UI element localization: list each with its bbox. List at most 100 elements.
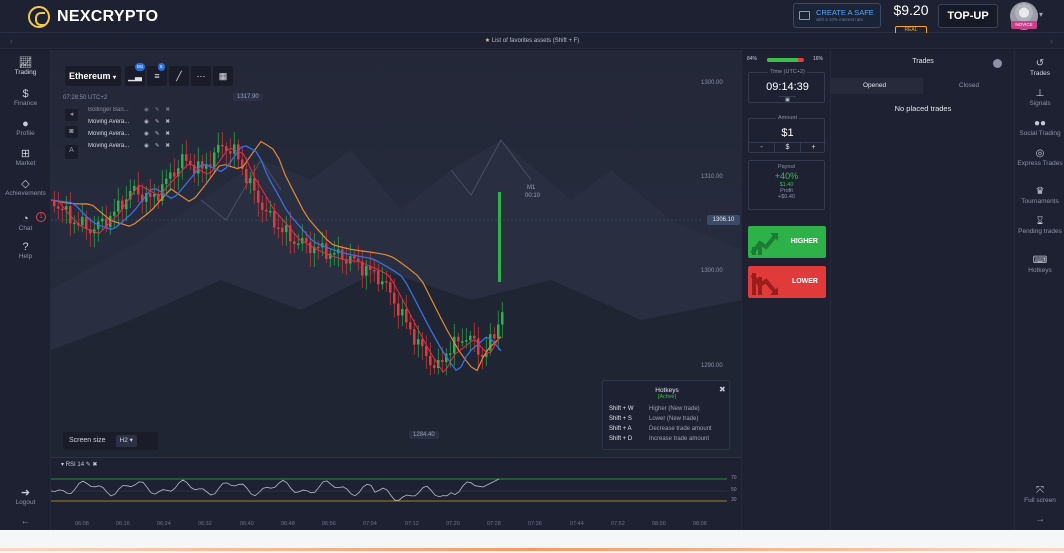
hotkeys-status: [Active] (657, 394, 677, 400)
candle-body (293, 241, 296, 245)
indicator-row[interactable]: Moving Avera... ◉ ✎ ✖ (88, 131, 170, 137)
hotkey-row: Shift + D Increase trade amount (609, 436, 709, 442)
screen-size-select[interactable]: H2 ▾ (115, 435, 137, 447)
candle-body (498, 192, 501, 282)
logo[interactable]: NEXCRYPTO (28, 6, 158, 28)
balance[interactable]: $9.20 REAL (890, 2, 932, 36)
nav-signals[interactable]: ⊥ Signals (1015, 88, 1064, 108)
indicator-name: Moving Avera... (88, 119, 130, 125)
x-tick-label: 07:52 (611, 521, 625, 527)
expiry-time[interactable]: 09:14:39 (749, 81, 826, 93)
nav-social-trading[interactable]: ●● Social Trading (1015, 118, 1064, 138)
nav-market[interactable]: ⊞ Market (0, 148, 51, 167)
increase-amount-button[interactable]: + (801, 143, 826, 153)
pencil-icon[interactable]: ✎ (155, 107, 160, 113)
currency-button[interactable]: $ (775, 143, 801, 153)
candle-body (465, 340, 468, 342)
pencil-icon[interactable]: ✎ (155, 143, 160, 149)
text-tool-button[interactable]: A (65, 145, 78, 159)
nav-trading[interactable]: 📈︎ Trading (0, 57, 51, 76)
globe-icon[interactable] (993, 59, 1002, 68)
rsi-panel[interactable]: ▾ RSI 14 ✎ ✖ 70 50 30 (51, 457, 741, 519)
x-tick-label: 07:04 (363, 521, 377, 527)
nav-trades[interactable]: ↺ Trades (1015, 58, 1064, 78)
nav-pending-trades[interactable]: ⌛︎ Pending trades (1015, 216, 1064, 236)
x-tick-label: 06:32 (198, 521, 212, 527)
layout-button[interactable]: ▦ (213, 66, 233, 86)
candle-body (61, 208, 64, 211)
camera-button[interactable]: ◙ (65, 126, 78, 138)
nav-profile[interactable]: ● Profile (0, 118, 51, 137)
candle-body (261, 202, 264, 210)
candle-body (329, 253, 332, 259)
bottom-accent-bar (0, 548, 1064, 551)
pencil-icon[interactable]: ✎ (155, 131, 160, 137)
dollar-icon: $ (22, 88, 29, 100)
hotkeys-title: Hotkeys (655, 387, 679, 394)
cart-icon: ⊞ (20, 148, 31, 160)
user-level-badge: NOVICE (1011, 21, 1037, 29)
candle-body (185, 154, 188, 161)
candle-body (373, 269, 376, 272)
close-icon[interactable]: ✖ (165, 119, 170, 125)
asset-selector[interactable]: Ethereum ▾ (65, 66, 121, 86)
draw-button[interactable]: ╱ (169, 66, 189, 86)
indicator-row[interactable]: Bollinger Ban... ◉ ✎ ✖ (88, 107, 170, 113)
eye-icon[interactable]: ◉ (144, 143, 149, 149)
pencil-icon[interactable]: ✎ (155, 119, 160, 125)
favorites-bar[interactable]: ★ List of favorites assets (Shift + F) (0, 33, 1064, 49)
nav-express-trades[interactable]: ◎ Express Trades (1015, 148, 1064, 168)
nav-help[interactable]: ? Help (0, 241, 51, 260)
candle-body (253, 178, 256, 191)
calendar-icon[interactable]: ▣ (779, 96, 796, 103)
fullscreen-button[interactable]: ⤧ Full screen (1015, 485, 1064, 505)
higher-button[interactable]: HIGHER (748, 226, 826, 258)
lower-button[interactable]: LOWER (748, 266, 826, 298)
eye-icon[interactable]: ◉ (144, 131, 149, 137)
grid-icon: ▦ (218, 71, 228, 81)
decrease-amount-button[interactable]: - (749, 143, 775, 153)
hotkey-row: Shift + W Higher (New trade) (609, 406, 700, 412)
indicator-row[interactable]: Moving Avera... ◉ ✎ ✖ (88, 119, 170, 125)
price-chart[interactable]: Ethereum ▾ ▁▃ M1 ≡ 5 ╱ ··· ▦ 07:28:50 UT… (51, 50, 741, 457)
nav-tournaments[interactable]: ♛ Tournaments (1015, 186, 1064, 206)
collapse-right-icon[interactable]: → (1015, 515, 1064, 525)
candle-body (393, 292, 396, 304)
chevron-down-icon[interactable]: ▾ (1039, 10, 1043, 19)
create-safe-button[interactable]: CREATE A SAFE with a 10% interest rate (793, 3, 881, 28)
x-tick-label: 06:08 (75, 521, 89, 527)
eye-icon[interactable]: ◉ (144, 107, 149, 113)
chevron-left-icon[interactable]: ‹ (10, 33, 13, 49)
tab-closed[interactable]: Closed (923, 78, 1015, 94)
indicator-row[interactable]: Moving Avera... ◉ ✎ ✖ (88, 143, 170, 149)
time-box[interactable]: Time (UTC+2) 09:14:39 ▣ (748, 69, 826, 103)
candle-body (73, 222, 76, 225)
collapse-indicators-button[interactable]: ◂ (65, 109, 78, 121)
close-icon[interactable]: ✖ (165, 107, 170, 113)
collapse-left-icon[interactable]: ← (0, 516, 51, 527)
nav-achievements[interactable]: ◇ Achievements (0, 178, 51, 197)
chevron-right-icon[interactable]: › (1050, 33, 1053, 49)
close-icon[interactable]: ✖ (165, 143, 170, 149)
tab-opened[interactable]: Opened (831, 78, 923, 94)
top-up-button[interactable]: TOP-UP (938, 4, 998, 28)
more-button[interactable]: ··· (191, 66, 211, 86)
amount-caption: Amount (749, 115, 826, 121)
close-icon[interactable]: ✖ (719, 385, 726, 394)
amount-value[interactable]: $1 (749, 127, 826, 139)
eye-icon[interactable]: ◉ (144, 119, 149, 125)
app-root: NEXCRYPTO CREATE A SAFE with a 10% inter… (0, 0, 1064, 553)
users-icon: ●● (1033, 118, 1047, 129)
screen-size-control[interactable]: Screen size H2 ▾ (63, 432, 158, 450)
logout-icon: ➜ (20, 487, 31, 499)
nav-finance[interactable]: $ Finance (0, 88, 51, 107)
candle-body (229, 151, 232, 154)
close-icon[interactable]: ✖ (165, 131, 170, 137)
logout-button[interactable]: ➜ Logout (0, 487, 51, 506)
amount-box[interactable]: Amount $1 - $ + (748, 115, 826, 153)
x-tick-label: 06:56 (322, 521, 336, 527)
candle-body (149, 193, 152, 197)
sentiment-down-label: 16% (813, 56, 824, 62)
empty-trades-message: No placed trades (894, 104, 952, 113)
nav-hotkeys[interactable]: ⌨ Hotkeys (1015, 255, 1064, 275)
